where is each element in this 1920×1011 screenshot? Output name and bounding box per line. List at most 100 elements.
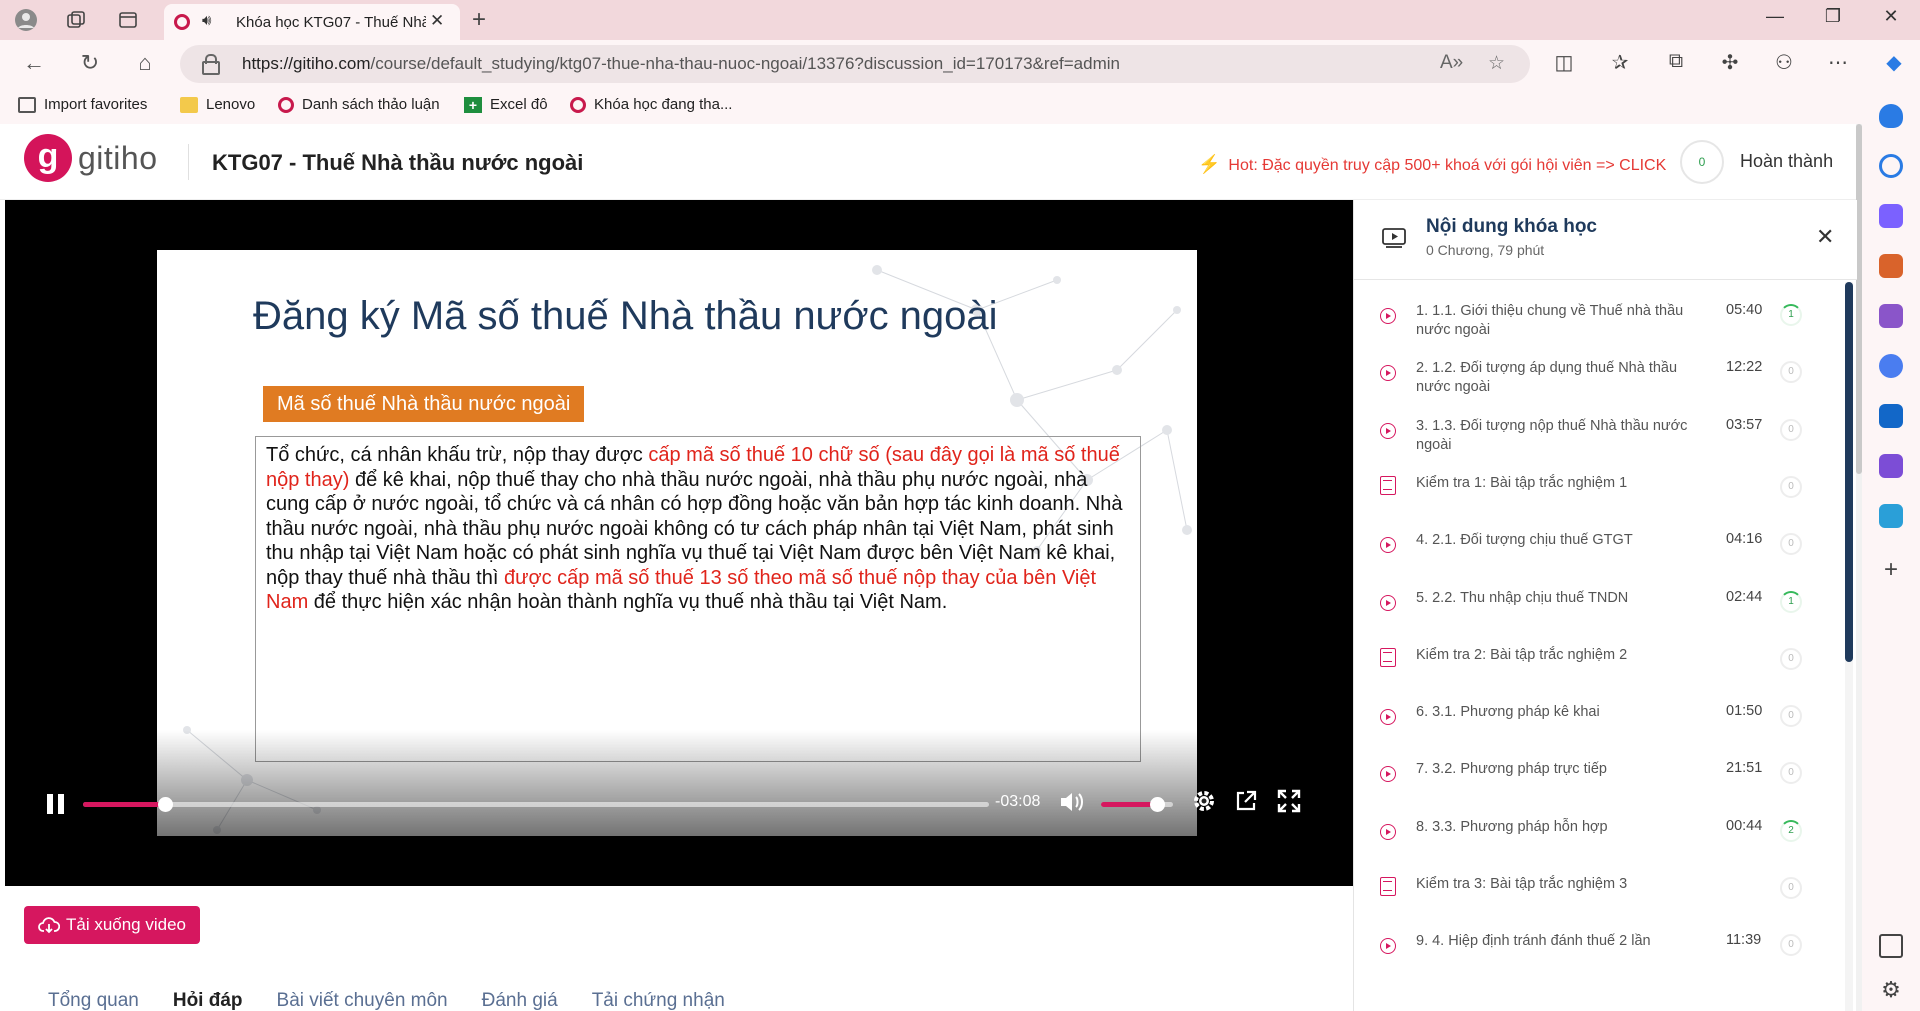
- gitiho-icon: [278, 96, 294, 113]
- search-icon[interactable]: [1879, 154, 1903, 178]
- favorites-icon[interactable]: ✰: [1606, 50, 1634, 75]
- active-browser-tab[interactable]: 🔊︎ Khóa học KTG07 - Thuế Nhà ✕: [164, 4, 460, 40]
- volume-handle[interactable]: [1150, 797, 1166, 812]
- lesson-title: 6. 3.1. Phương pháp kê khai: [1416, 704, 1600, 720]
- lesson-title: 1. 1.1. Giới thiệu chung về Thuế nhà thầ…: [1416, 303, 1684, 338]
- close-tab-icon[interactable]: ✕: [430, 11, 444, 31]
- share-icon[interactable]: ⚇: [1770, 50, 1798, 75]
- slide-title: Đăng ký Mã số thuế Nhà thầu nước ngoài: [253, 294, 998, 338]
- lesson-comment-count: 2: [1780, 820, 1802, 842]
- lesson-item[interactable]: 8. 3.3. Phương pháp hỗn hợp 00:44 2: [1354, 804, 1844, 861]
- split-screen-icon[interactable]: ◫: [1550, 50, 1578, 75]
- tab-certificate[interactable]: Tải chứng nhận: [592, 990, 725, 1011]
- designer-icon[interactable]: [1879, 454, 1903, 478]
- quiz-icon: [1380, 877, 1396, 896]
- seek-handle[interactable]: [157, 797, 173, 812]
- home-icon[interactable]: ⌂: [131, 50, 159, 76]
- lock-icon[interactable]: [202, 54, 220, 75]
- pause-icon[interactable]: [47, 794, 65, 814]
- gitiho-icon: [570, 96, 586, 113]
- lesson-duration: 05:40: [1726, 302, 1763, 318]
- close-panel-icon[interactable]: ✕: [1816, 224, 1834, 250]
- settings-gear-icon[interactable]: [1191, 788, 1217, 814]
- copilot-icon[interactable]: ◆: [1880, 50, 1908, 75]
- lesson-item[interactable]: 1. 1.1. Giới thiệu chung về Thuế nhà thầ…: [1354, 288, 1844, 345]
- profile-icon[interactable]: [14, 8, 38, 32]
- copilot-sidebar-icon[interactable]: [1879, 354, 1903, 378]
- address-bar[interactable]: https://gitiho.com/course/default_studyi…: [180, 45, 1530, 83]
- lesson-item[interactable]: 5. 2.2. Thu nhập chịu thuế TNDN 02:44 1: [1354, 575, 1844, 632]
- lesson-title: 3. 1.3. Đối tượng nộp thuế Nhà thầu nước…: [1416, 418, 1688, 453]
- favorite-star-icon[interactable]: ☆: [1488, 52, 1505, 75]
- play-circle-icon: [1380, 423, 1396, 439]
- page-scroll-thumb[interactable]: [1856, 124, 1862, 474]
- video-player[interactable]: Đăng ký Mã số thuế Nhà thầu nước ngoài M…: [5, 200, 1353, 886]
- playlist-icon: [1382, 226, 1406, 248]
- tab-articles[interactable]: Bài viết chuyên môn: [277, 990, 448, 1011]
- back-icon[interactable]: ←: [20, 50, 48, 76]
- restore-icon[interactable]: ❐: [1818, 6, 1848, 27]
- lesson-title: 9. 4. Hiệp định tránh đánh thuế 2 lần: [1416, 933, 1651, 949]
- read-aloud-icon[interactable]: A»: [1440, 52, 1463, 74]
- favorite-courses[interactable]: Khóa học đang tha...: [570, 96, 732, 113]
- lesson-item[interactable]: 2. 1.2. Đối tượng áp dụng thuế Nhà thầu …: [1354, 345, 1844, 402]
- refresh-icon[interactable]: ↻: [76, 50, 104, 76]
- workspaces-icon[interactable]: [64, 8, 88, 32]
- outlook-icon[interactable]: [1879, 404, 1903, 428]
- lesson-comment-count: 1: [1780, 304, 1802, 326]
- sidebar-toggle-icon[interactable]: [1879, 934, 1903, 958]
- panel-scroll-thumb[interactable]: [1845, 282, 1853, 662]
- fullscreen-icon[interactable]: [1276, 788, 1302, 814]
- lesson-item[interactable]: 7. 3.2. Phương pháp trực tiếp 21:51 0: [1354, 746, 1844, 803]
- speaker-icon[interactable]: 🔊︎: [202, 12, 211, 29]
- tab-reviews[interactable]: Đánh giá: [482, 990, 558, 1011]
- favorite-discussion-list[interactable]: Danh sách thảo luận: [278, 96, 440, 113]
- lesson-item[interactable]: 6. 3.1. Phương pháp kê khai 01:50 0: [1354, 689, 1844, 746]
- new-tab-icon[interactable]: +: [472, 6, 486, 34]
- popout-icon[interactable]: [1233, 788, 1259, 814]
- settings-gear-icon[interactable]: ⚙: [1879, 978, 1903, 1002]
- lesson-item[interactable]: Kiểm tra 1: Bài tập trắc nghiệm 1 0: [1354, 460, 1844, 517]
- slide-body-text: Tổ chức, cá nhân khấu trừ, nộp thay được…: [255, 436, 1141, 762]
- shopping-tag-icon[interactable]: [1879, 204, 1903, 228]
- play-circle-icon: [1380, 308, 1396, 324]
- favorite-lenovo[interactable]: Lenovo: [180, 96, 255, 113]
- gitiho-logo[interactable]: g gitiho: [24, 134, 158, 182]
- tools-briefcase-icon[interactable]: [1879, 254, 1903, 278]
- collections-icon[interactable]: ⧉: [1662, 50, 1690, 73]
- lesson-item[interactable]: 4. 2.1. Đối tượng chịu thuế GTGT 04:16 0: [1354, 517, 1844, 574]
- minimize-icon[interactable]: —: [1760, 6, 1790, 27]
- course-content-panel: Nội dung khóa học 0 Chương, 79 phút ✕ 1.…: [1353, 200, 1857, 1011]
- lightning-icon: ⚡: [1198, 154, 1221, 174]
- address-toolbar: ← ↻ ⌂ https://gitiho.com/course/default_…: [0, 40, 1920, 88]
- tab-qa[interactable]: Hỏi đáp: [173, 990, 243, 1011]
- time-remaining: -03:08: [995, 793, 1041, 810]
- add-sidebar-app-icon[interactable]: +: [1879, 558, 1903, 582]
- lesson-item[interactable]: Kiểm tra 3: Bài tập trắc nghiệm 3 0: [1354, 861, 1844, 918]
- tab-overview[interactable]: Tổng quan: [48, 990, 139, 1011]
- lesson-item[interactable]: 9. 4. Hiệp định tránh đánh thuế 2 lần 11:…: [1354, 918, 1844, 975]
- extensions-icon[interactable]: ✣: [1716, 50, 1744, 75]
- send-icon[interactable]: [1879, 504, 1903, 528]
- lesson-title: Kiểm tra 3: Bài tập trắc nghiệm 3: [1416, 876, 1628, 892]
- notification-bell-icon[interactable]: [1879, 104, 1903, 128]
- complete-label[interactable]: Hoàn thành: [1740, 151, 1833, 172]
- download-video-button[interactable]: Tải xuống video: [24, 906, 200, 944]
- panel-scrollbar[interactable]: [1845, 282, 1853, 1011]
- membership-promo-link[interactable]: ⚡ Hot: Đặc quyền truy cập 500+ khoá với g…: [1198, 154, 1666, 175]
- close-window-icon[interactable]: ✕: [1876, 6, 1906, 27]
- lesson-item[interactable]: 3. 1.3. Đối tượng nộp thuế Nhà thầu nước…: [1354, 403, 1844, 460]
- url-text[interactable]: https://gitiho.com/course/default_studyi…: [242, 54, 1120, 74]
- favorite-import[interactable]: Import favorites: [18, 96, 147, 113]
- games-icon[interactable]: [1879, 304, 1903, 328]
- seek-bar[interactable]: [83, 797, 989, 812]
- volume-icon[interactable]: [1059, 790, 1085, 814]
- lesson-item[interactable]: Kiểm tra 2: Bài tập trắc nghiệm 2 0: [1354, 632, 1844, 689]
- favorite-excel[interactable]: + Excel đô: [464, 96, 548, 113]
- more-menu-icon[interactable]: ⋯: [1824, 50, 1852, 75]
- vertical-tabs-icon[interactable]: [116, 8, 140, 32]
- volume-slider[interactable]: [1101, 797, 1173, 812]
- lesson-comment-count: 0: [1780, 762, 1802, 784]
- lesson-comment-count: 0: [1780, 533, 1802, 555]
- play-circle-icon: [1380, 766, 1396, 782]
